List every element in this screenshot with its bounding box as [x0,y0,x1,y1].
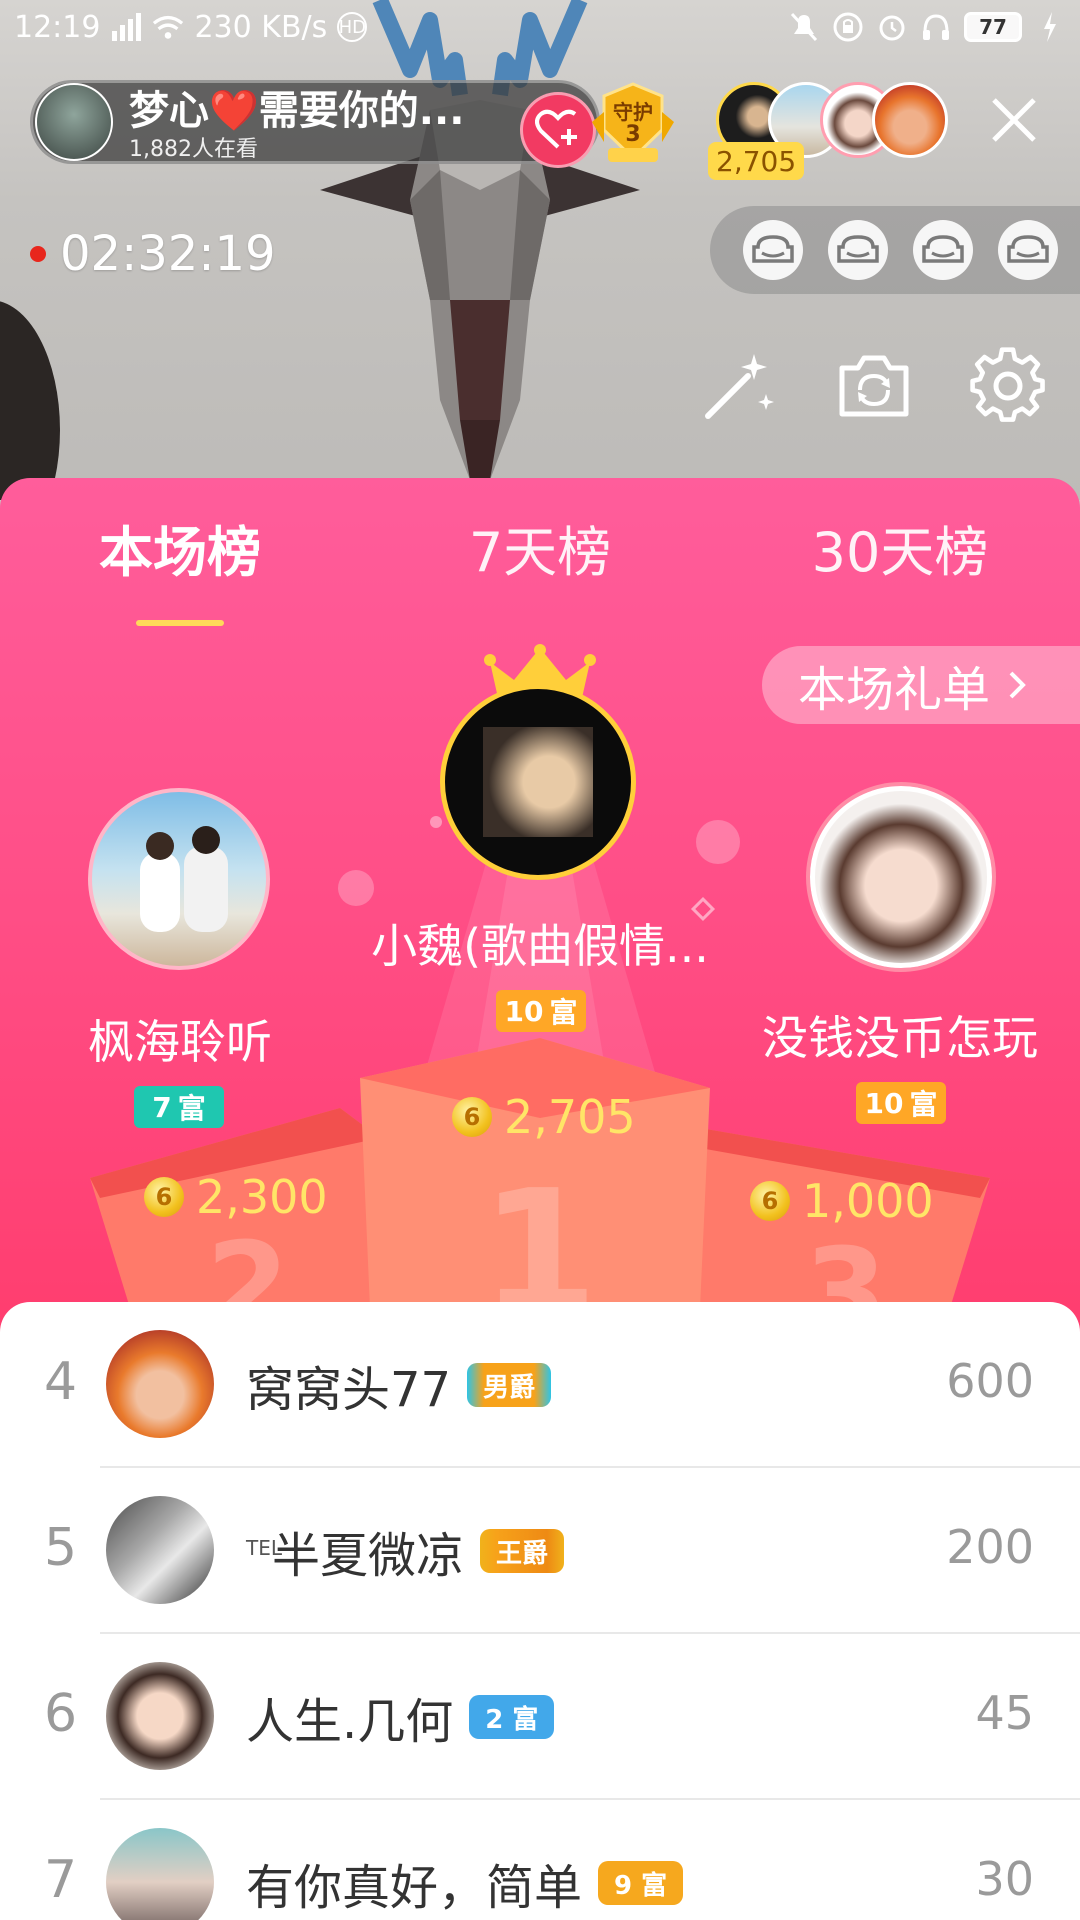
deer-head-wall-decor [320,0,640,480]
user-avatar[interactable] [106,1828,214,1920]
lock-rotate-icon [832,11,864,43]
battery-indicator: 77 [964,12,1022,42]
rank-1-avatar[interactable] [440,684,636,880]
sofa-seat-icon[interactable] [742,220,803,280]
anchor-info-pill[interactable]: 梦心❤️需要你的... 1,882人在看 [30,80,600,164]
list-item[interactable]: 7 有你真好，简单 9 富 30 [0,1800,1080,1920]
rank-number: 4 [44,1352,78,1412]
list-item[interactable]: 6 人生.几何 2 富 45 [0,1634,1080,1800]
rank-3-name: 没钱没币怎玩 [762,1011,1038,1065]
guardian-label: 守护 [613,100,653,124]
tab-30-days[interactable]: 30天榜 [750,508,1050,587]
rich-level-badge: 2 富 [469,1695,555,1739]
chevron-right-icon [1009,671,1026,699]
guest-seats [710,206,1080,294]
user-score: 200 [946,1520,1034,1574]
ranking-tabs: 本场榜 7天榜 30天榜 [0,508,1080,626]
rank-1-score-value: 2,705 [504,1090,636,1144]
live-duration: 02:32:19 [60,226,276,282]
rank-2-level-label: 富 [177,1092,206,1125]
hd-icon: HD [337,12,368,42]
user-avatar[interactable] [106,1496,214,1604]
camera-switch-icon [839,355,909,417]
rank-number: 7 [44,1850,78,1910]
rank-3-score: 6 1,000 [750,1174,934,1228]
anchor-avatar[interactable] [35,83,113,161]
rank-2-level: 7 [152,1090,172,1124]
rank-2-score-value: 2,300 [196,1170,328,1224]
user-score: 600 [946,1354,1034,1408]
user-avatar[interactable] [106,1662,214,1770]
alarm-icon [876,11,908,43]
rank-3-score-value: 1,000 [802,1174,934,1228]
gift-list-label: 本场礼单 [798,662,991,718]
tab-7-days[interactable]: 7天榜 [390,508,690,587]
list-item[interactable]: 5 TEL半夏微凉 王爵 200 [0,1468,1080,1634]
tab-active-indicator [136,620,224,626]
flip-camera-button[interactable] [834,346,914,426]
rich-level-badge: 9 富 [598,1861,684,1905]
tab-current-session[interactable]: 本场榜 [30,508,330,587]
rank-number: 5 [44,1518,78,1578]
sofa-seat-icon[interactable] [997,220,1058,280]
sofa-seat-icon[interactable] [912,220,973,280]
user-name: 人生.几何 [246,1694,454,1750]
rank-2-level-badge: 7 富 [134,1086,224,1128]
rank-3-avatar[interactable] [810,786,992,968]
audience-count-badge: 2,705 [708,142,805,180]
live-timer: 02:32:19 [30,226,276,282]
anchor-viewer-count: 1,882人在看 [129,137,258,161]
user-score: 30 [975,1852,1034,1906]
status-time: 12:19 [14,9,101,45]
magic-wand-icon [705,354,774,419]
heart-plus-icon [535,109,577,149]
user-name: 有你真好，简单 [246,1860,583,1916]
rank-number: 6 [44,1684,78,1744]
user-name: 窝窝头77 [246,1362,452,1418]
rank-2-name: 枫海聆听 [88,1015,272,1069]
wifi-icon [152,11,184,43]
status-bar: 12:19 230 KB/s HD 77 [0,0,1080,54]
beauty-wand-button[interactable] [698,346,778,426]
ranking-list: 4 窝窝头77 男爵 600 5 TEL半夏微凉 王爵 200 6 人生.几何 … [0,1302,1080,1920]
charging-icon [1034,11,1066,43]
guardian-count: 3 [625,122,641,147]
close-button[interactable] [984,90,1044,150]
follow-button[interactable] [520,92,596,168]
anchor-name: 梦心❤️需要你的... [129,88,465,134]
network-speed: 230 KB/s [194,9,328,45]
list-item[interactable]: 4 窝窝头77 男爵 600 [0,1302,1080,1468]
user-name: 半夏微凉 [272,1528,465,1584]
rank-2-avatar[interactable] [88,788,270,970]
rank-3-level-badge: 10 富 [856,1082,946,1124]
viewer-avatar[interactable] [872,82,948,158]
rank-1-score: 6 2,705 [452,1090,636,1144]
user-avatar[interactable] [106,1330,214,1438]
rank-2-score: 6 2,300 [144,1170,328,1224]
live-dot-icon [30,246,46,262]
mute-bell-icon [788,11,820,43]
hd-label: HD [338,16,366,38]
rank-1-level: 10 [504,994,544,1028]
rank-3-level-label: 富 [909,1088,938,1121]
guardian-badge[interactable]: 守护 3 [590,82,676,168]
user-score: 45 [975,1686,1034,1740]
signal-icon [110,11,142,43]
coin-icon: 6 [750,1181,790,1221]
gift-list-button[interactable]: 本场礼单 [762,646,1080,724]
streamer-hair [0,300,60,500]
rank-3-level: 10 [864,1086,904,1120]
settings-button[interactable] [968,346,1048,426]
rank-1-level-label: 富 [549,996,578,1029]
sofa-seat-icon[interactable] [827,220,888,280]
coin-icon: 6 [452,1097,492,1137]
rank-1-level-badge: 10 富 [496,990,586,1032]
close-icon [992,98,1036,142]
noble-badge: 王爵 [480,1529,565,1573]
coin-icon: 6 [144,1177,184,1217]
rank-1-name: 小魏(歌曲假情... [371,919,709,973]
gear-icon [970,347,1045,422]
headphones-icon [920,11,952,43]
noble-badge: 男爵 [467,1363,552,1407]
